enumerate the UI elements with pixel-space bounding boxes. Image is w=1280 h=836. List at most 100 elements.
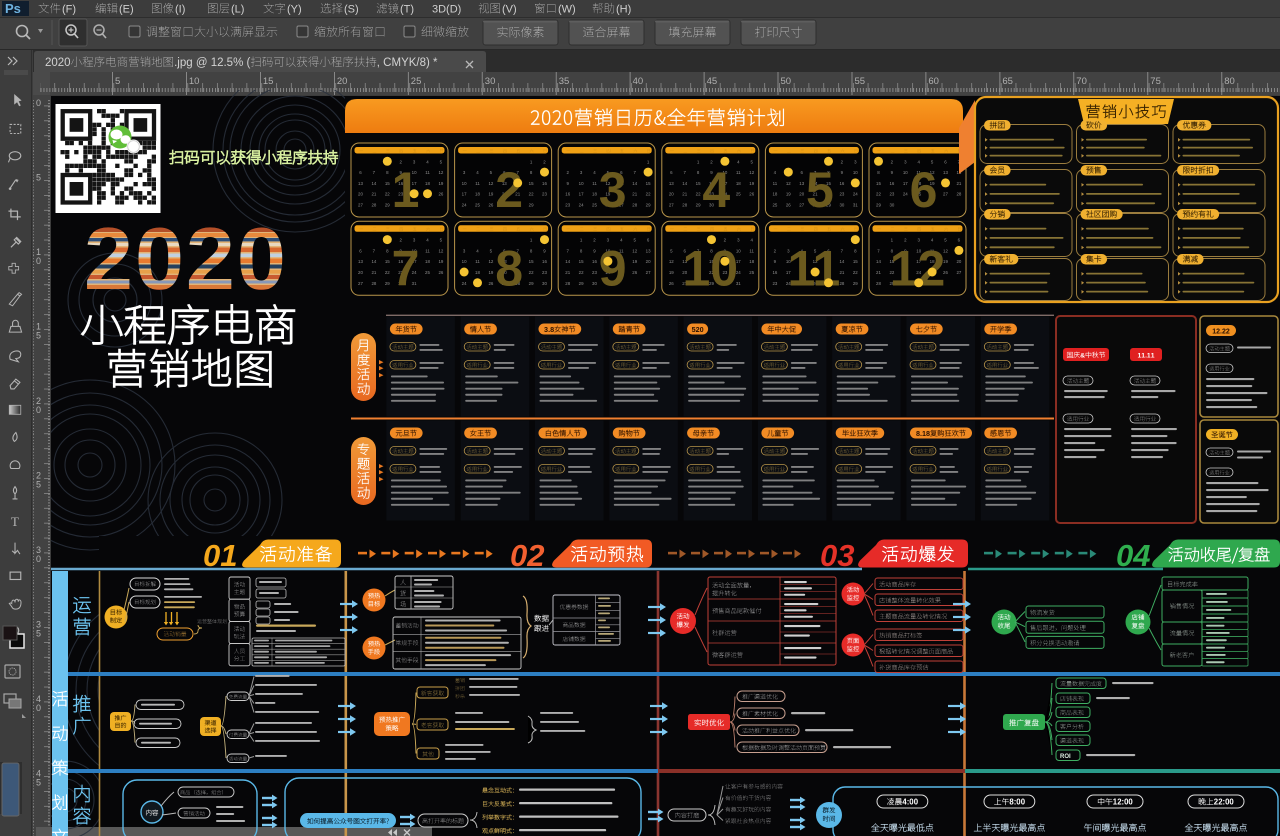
- svg-text:10: 10: [189, 76, 200, 87]
- svg-text:12: 12: [488, 259, 493, 264]
- svg-text:65: 65: [1002, 76, 1013, 87]
- svg-text:10: 10: [579, 181, 584, 186]
- svg-text:19: 19: [438, 259, 443, 264]
- svg-text:13: 13: [358, 181, 363, 186]
- svg-text:80: 80: [1224, 76, 1235, 87]
- svg-text:(W): (W): [558, 4, 576, 16]
- svg-text:T: T: [11, 514, 19, 529]
- svg-text:13: 13: [943, 170, 948, 175]
- svg-text:12: 12: [632, 248, 637, 253]
- svg-text:5: 5: [36, 331, 41, 341]
- svg-text:18: 18: [749, 259, 754, 264]
- svg-text:(T): (T): [400, 4, 414, 16]
- svg-text:10: 10: [903, 170, 908, 175]
- svg-text:14: 14: [371, 259, 376, 264]
- svg-text:, CMYK/8) *: , CMYK/8) *: [377, 57, 438, 69]
- svg-text:20: 20: [337, 76, 348, 87]
- svg-text:5: 5: [36, 480, 41, 490]
- svg-text:20: 20: [956, 259, 961, 264]
- svg-text:27: 27: [358, 281, 363, 286]
- svg-text:15: 15: [876, 181, 881, 186]
- svg-text:01: 01: [203, 538, 237, 573]
- svg-text:27: 27: [956, 270, 961, 275]
- svg-text:13: 13: [646, 248, 651, 253]
- svg-text:13: 13: [358, 259, 363, 264]
- svg-text:18: 18: [475, 192, 480, 197]
- svg-text:(L): (L): [231, 4, 244, 16]
- svg-text:29: 29: [579, 281, 584, 286]
- svg-text:22: 22: [876, 192, 881, 197]
- svg-text:27: 27: [358, 203, 363, 208]
- svg-text:18: 18: [425, 259, 430, 264]
- svg-text:24: 24: [579, 203, 584, 208]
- svg-text:2020: 2020: [45, 57, 71, 69]
- svg-text:Ps: Ps: [5, 1, 21, 16]
- svg-text:23: 23: [542, 270, 547, 275]
- svg-text:29: 29: [529, 203, 534, 208]
- svg-text:17: 17: [903, 181, 908, 186]
- svg-text:26: 26: [786, 203, 791, 208]
- svg-text:29: 29: [696, 203, 701, 208]
- svg-text:13: 13: [669, 181, 674, 186]
- svg-text:5: 5: [36, 629, 41, 639]
- svg-text:22: 22: [696, 192, 701, 197]
- svg-text:21: 21: [565, 270, 570, 275]
- svg-text:ROI: ROI: [1060, 754, 1071, 760]
- svg-text:7: 7: [392, 240, 420, 296]
- svg-text:25: 25: [425, 270, 430, 275]
- svg-text:11: 11: [736, 170, 741, 175]
- svg-text:(Y): (Y): [287, 4, 302, 16]
- svg-text:75: 75: [1150, 76, 1161, 87]
- svg-text:18: 18: [772, 192, 777, 197]
- svg-text:45: 45: [707, 76, 718, 87]
- svg-text:29: 29: [529, 281, 534, 286]
- svg-text:24: 24: [903, 192, 908, 197]
- svg-text:.jpg @ 12.5% (: .jpg @ 12.5% (: [174, 57, 250, 69]
- svg-text:27: 27: [646, 270, 651, 275]
- svg-text:18: 18: [475, 270, 480, 275]
- svg-text:40: 40: [633, 76, 644, 87]
- svg-text:8: 8: [550, 325, 554, 334]
- svg-text:3D(D): 3D(D): [432, 4, 461, 16]
- svg-text:25: 25: [772, 203, 777, 208]
- svg-text:15: 15: [385, 181, 390, 186]
- svg-text:21: 21: [682, 192, 687, 197]
- svg-text:25: 25: [749, 270, 754, 275]
- svg-text:11: 11: [475, 181, 480, 186]
- svg-text:11: 11: [425, 248, 430, 253]
- svg-text:26: 26: [669, 281, 674, 286]
- svg-text:25: 25: [411, 76, 422, 87]
- svg-text:6: 6: [910, 162, 938, 218]
- svg-text:14: 14: [371, 181, 376, 186]
- svg-text:14: 14: [876, 259, 881, 264]
- svg-text:20: 20: [669, 192, 674, 197]
- svg-text:30: 30: [839, 203, 844, 208]
- svg-text:19: 19: [488, 192, 493, 197]
- svg-text:15: 15: [646, 181, 651, 186]
- svg-text:20: 20: [646, 259, 651, 264]
- svg-text:28: 28: [956, 192, 961, 197]
- svg-text:28: 28: [682, 203, 687, 208]
- svg-text:23: 23: [889, 192, 894, 197]
- svg-text:35: 35: [559, 76, 570, 87]
- svg-text:(I): (I): [175, 4, 185, 16]
- svg-text:30: 30: [542, 281, 547, 286]
- svg-text:0: 0: [700, 325, 704, 334]
- svg-text:8: 8: [926, 429, 930, 438]
- svg-text:14: 14: [632, 181, 637, 186]
- svg-text:15: 15: [529, 181, 534, 186]
- svg-text:15: 15: [853, 259, 858, 264]
- svg-text:16: 16: [592, 259, 597, 264]
- svg-text:0: 0: [36, 98, 41, 108]
- svg-text:5: 5: [115, 76, 120, 87]
- svg-text:0: 0: [1021, 798, 1026, 807]
- svg-text:12: 12: [438, 248, 443, 253]
- svg-text:50: 50: [781, 76, 792, 87]
- svg-text:04: 04: [1116, 538, 1150, 573]
- svg-text:29: 29: [385, 281, 390, 286]
- svg-text:12.22: 12.22: [1212, 329, 1230, 336]
- svg-text:13: 13: [799, 181, 804, 186]
- svg-text:0: 0: [1229, 798, 1234, 807]
- svg-text:27: 27: [799, 203, 804, 208]
- svg-text:25: 25: [736, 192, 741, 197]
